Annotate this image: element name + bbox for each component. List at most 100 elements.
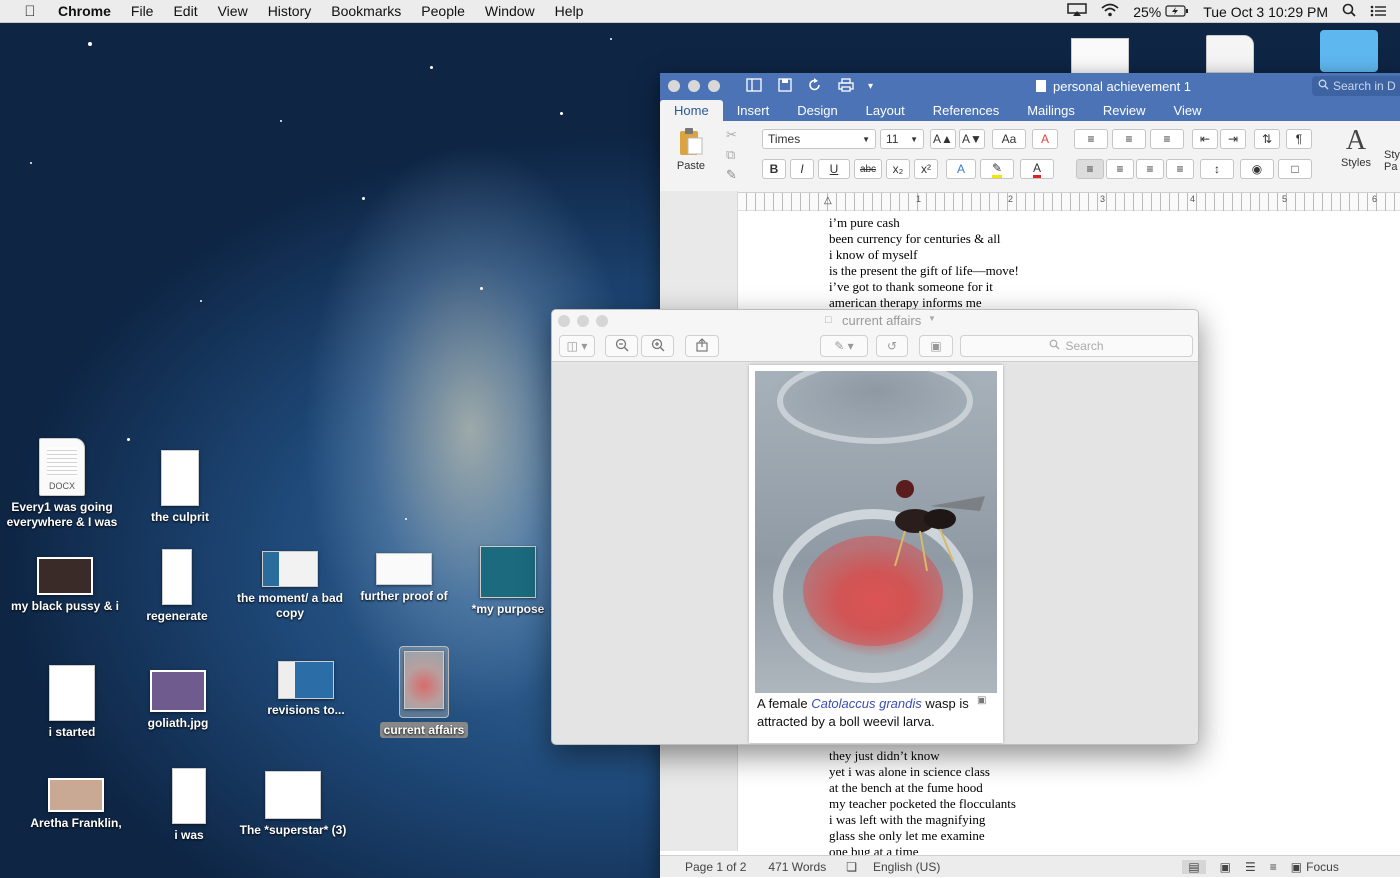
notification-center-icon[interactable] (1370, 4, 1386, 20)
desktop-icon-goliath[interactable]: goliath.jpg (118, 670, 238, 731)
tab-references[interactable]: References (919, 103, 1013, 121)
styles-pane-button[interactable]: Sty Pa (1384, 149, 1400, 173)
subscript-button[interactable]: x₂ (886, 159, 910, 179)
copy-icon[interactable]: ⧉ (726, 147, 735, 163)
menu-bookmarks[interactable]: Bookmarks (331, 3, 401, 19)
zoom-out-button[interactable] (605, 335, 638, 357)
chevron-down-icon[interactable]: ▼ (928, 314, 936, 323)
menu-people[interactable]: People (421, 3, 465, 19)
rotate-button[interactable]: ↺ (876, 335, 908, 357)
share-button[interactable] (685, 335, 719, 357)
underline-button[interactable]: U (818, 159, 850, 179)
folder-icon[interactable] (1320, 30, 1378, 72)
justify-button[interactable]: ≡ (1166, 159, 1194, 179)
tab-insert[interactable]: Insert (723, 103, 784, 121)
focus-label[interactable]: Focus (1306, 860, 1339, 874)
wifi-icon[interactable] (1101, 3, 1119, 20)
page-count[interactable]: Page 1 of 2 (685, 860, 746, 874)
desktop-icon-every1[interactable]: DOCX Every1 was going everywhere & I was (2, 438, 122, 530)
battery-icon[interactable] (1165, 4, 1189, 20)
desktop-icon-aretha[interactable]: Aretha Franklin, (16, 778, 136, 831)
align-center-button[interactable]: ≡ (1106, 159, 1134, 179)
web-layout-icon[interactable]: ▣ (1220, 860, 1231, 874)
bullets-button[interactable]: ≡ (1074, 129, 1108, 149)
italic-button[interactable]: I (790, 159, 814, 179)
desktop-icon-revisions[interactable]: revisions to... (246, 661, 366, 718)
zoom-button[interactable] (708, 80, 720, 92)
tab-view[interactable]: View (1160, 103, 1216, 121)
desktop-icon-the-culprit[interactable]: the culprit (120, 450, 240, 525)
sort-button[interactable]: ⇅ (1254, 129, 1280, 149)
decrease-indent-button[interactable]: ⇤ (1192, 129, 1218, 149)
numbering-button[interactable]: ≡ (1112, 129, 1146, 149)
desktop-icon-current-affairs[interactable]: current affairs (364, 646, 484, 738)
clear-formatting-button[interactable]: A (1032, 129, 1058, 149)
desktop-icon-the-moment[interactable]: the moment/ a bad copy (230, 551, 350, 621)
zoom-button[interactable] (596, 315, 608, 327)
close-button[interactable] (558, 315, 570, 327)
zoom-in-button[interactable] (641, 335, 674, 357)
tab-home[interactable]: Home (660, 100, 723, 121)
desktop-file-partial[interactable] (1071, 38, 1129, 74)
shrink-font-button[interactable]: A▼ (959, 129, 985, 149)
toolbox-button[interactable]: ▣ (919, 335, 953, 357)
horizontal-ruler[interactable]: 1 2 3 4 5 6 △ (660, 193, 1400, 211)
markup-button[interactable]: ✎ ▾ (820, 335, 868, 357)
focus-icon[interactable]: ▣ (1291, 860, 1302, 874)
highlight-button[interactable]: ✎ (980, 159, 1014, 179)
sidebar-icon[interactable] (746, 77, 762, 95)
menu-edit[interactable]: Edit (173, 3, 197, 19)
clock[interactable]: Tue Oct 3 10:29 PM (1203, 4, 1328, 20)
undo-icon[interactable] (808, 77, 822, 95)
outline-view-icon[interactable]: ☰ (1245, 860, 1256, 874)
format-painter-icon[interactable]: ✎ (726, 167, 737, 183)
show-formatting-button[interactable]: ¶ (1286, 129, 1312, 149)
superscript-button[interactable]: x² (914, 159, 938, 179)
desktop-icon-regenerate[interactable]: regenerate (117, 549, 237, 624)
close-button[interactable] (668, 80, 680, 92)
preview-search-field[interactable]: Search (960, 335, 1193, 357)
proofing-icon[interactable]: ❏ (846, 860, 857, 874)
desktop-icon-my-black-pussy[interactable]: my black pussy & i (5, 557, 125, 614)
font-color-button[interactable]: A (1020, 159, 1054, 179)
word-count[interactable]: 471 Words (768, 860, 826, 874)
font-name-select[interactable]: Times ▼ (762, 129, 876, 149)
menu-app-name[interactable]: Chrome (58, 3, 111, 19)
enlarge-icon[interactable]: ▣ (977, 695, 986, 706)
indent-marker-icon[interactable]: △ (824, 195, 832, 206)
shading-button[interactable]: ◉ (1240, 159, 1274, 179)
spotlight-search-icon[interactable] (1342, 3, 1356, 20)
align-right-button[interactable]: ≡ (1136, 159, 1164, 179)
print-layout-icon[interactable]: ▤ (1182, 859, 1206, 874)
preview-document[interactable]: A female Catolaccus grandis wasp is attr… (749, 365, 1003, 743)
desktop-icon-i-was[interactable]: i was (129, 768, 249, 843)
tab-design[interactable]: Design (783, 103, 851, 121)
menu-history[interactable]: History (268, 3, 312, 19)
text-effects-button[interactable]: A (946, 159, 976, 179)
caption-species-link[interactable]: Catolaccus grandis (811, 696, 922, 711)
paste-button[interactable]: Paste (670, 127, 712, 177)
tab-layout[interactable]: Layout (852, 103, 919, 121)
tab-review[interactable]: Review (1089, 103, 1160, 121)
multilevel-list-button[interactable]: ≡ (1150, 129, 1184, 149)
strikethrough-button[interactable]: abc (854, 159, 882, 179)
customize-toolbar-icon[interactable]: ▾ (868, 81, 873, 92)
desktop-icon-i-started[interactable]: i started (12, 665, 132, 740)
font-size-select[interactable]: 11 ▼ (880, 129, 924, 149)
grow-font-button[interactable]: A▲ (930, 129, 956, 149)
battery-percent[interactable]: 25% (1133, 4, 1161, 20)
increase-indent-button[interactable]: ⇥ (1220, 129, 1246, 149)
airplay-icon[interactable] (1067, 3, 1087, 20)
menu-file[interactable]: File (131, 3, 154, 19)
language[interactable]: English (US) (873, 860, 940, 874)
change-case-button[interactable]: Aa (992, 129, 1026, 149)
minimize-button[interactable] (688, 80, 700, 92)
menu-window[interactable]: Window (485, 3, 535, 19)
bold-button[interactable]: B (762, 159, 786, 179)
desktop-file-partial[interactable] (1206, 35, 1254, 73)
desktop-icon-superstar[interactable]: The *superstar* (3) (233, 771, 353, 838)
sidebar-toggle-button[interactable]: ◫ ▾ (559, 335, 595, 357)
save-icon[interactable] (778, 77, 792, 95)
menu-view[interactable]: View (218, 3, 248, 19)
styles-button[interactable]: A Styles (1332, 125, 1380, 169)
